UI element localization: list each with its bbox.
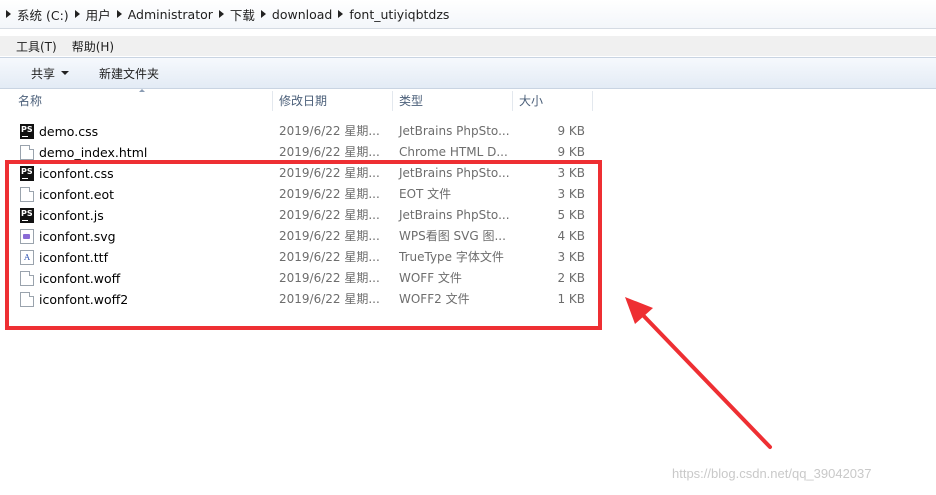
menu-help[interactable]: 帮助(H) [72, 38, 114, 55]
breadcrumb-item-drive[interactable]: 系统 (C:) [17, 5, 69, 24]
chevron-down-icon [61, 71, 70, 75]
menu-tools[interactable]: 工具(T) [16, 38, 57, 55]
new-folder-label: 新建文件夹 [99, 66, 160, 81]
breadcrumb-separator-icon[interactable] [260, 10, 266, 18]
breadcrumb-separator-icon[interactable] [6, 10, 11, 18]
breadcrumb-separator-icon[interactable] [218, 10, 224, 18]
new-folder-button[interactable]: 新建文件夹 [99, 65, 159, 82]
breadcrumb-separator-icon[interactable] [338, 10, 344, 18]
annotation-arrow-icon [625, 297, 772, 449]
file-icon [20, 145, 34, 160]
breadcrumb-separator-icon[interactable] [74, 10, 80, 18]
watermark-text: https://blog.csdn.net/qq_39042037 [672, 466, 872, 481]
phpstorm-icon: PS [20, 124, 34, 139]
file-size: 9 KB [557, 124, 585, 138]
file-row[interactable]: PS demo.css 2019/6/22 星期... JetBrains Ph… [0, 121, 600, 142]
column-header-date[interactable]: 修改日期 [279, 89, 327, 113]
column-divider[interactable] [272, 91, 273, 111]
column-header-name[interactable]: 名称 [18, 89, 42, 113]
share-label: 共享 [31, 66, 56, 81]
column-header-size[interactable]: 大小 [519, 89, 543, 113]
breadcrumb-item-current-folder[interactable]: font_utiyiqbtdzs [349, 7, 449, 22]
address-bar[interactable]: 系统 (C:) 用户 Administrator 下载 download fon… [0, 0, 936, 29]
breadcrumb-separator-icon[interactable] [116, 10, 122, 18]
breadcrumb-item-downloads[interactable]: 下载 [230, 5, 255, 24]
column-header-type[interactable]: 类型 [399, 89, 423, 113]
sort-ascending-icon [139, 89, 145, 92]
breadcrumb-item-download[interactable]: download [272, 7, 332, 22]
highlight-box [5, 160, 602, 330]
column-divider[interactable] [592, 91, 593, 111]
share-button[interactable]: 共享 [31, 65, 70, 82]
column-divider[interactable] [512, 91, 513, 111]
menu-bar: 工具(T) 帮助(H) [0, 36, 936, 56]
breadcrumb: 系统 (C:) 用户 Administrator 下载 download fon… [0, 5, 449, 23]
breadcrumb-item-users[interactable]: 用户 [86, 5, 111, 24]
column-header-row: 名称 修改日期 类型 大小 [0, 89, 936, 113]
file-type: JetBrains PhpSto... [399, 124, 510, 138]
breadcrumb-item-administrator[interactable]: Administrator [128, 7, 213, 22]
column-divider[interactable] [392, 91, 393, 111]
command-bar: 共享 新建文件夹 [0, 57, 936, 89]
file-name: demo.css [39, 124, 99, 139]
file-date: 2019/6/22 星期... [279, 124, 380, 138]
